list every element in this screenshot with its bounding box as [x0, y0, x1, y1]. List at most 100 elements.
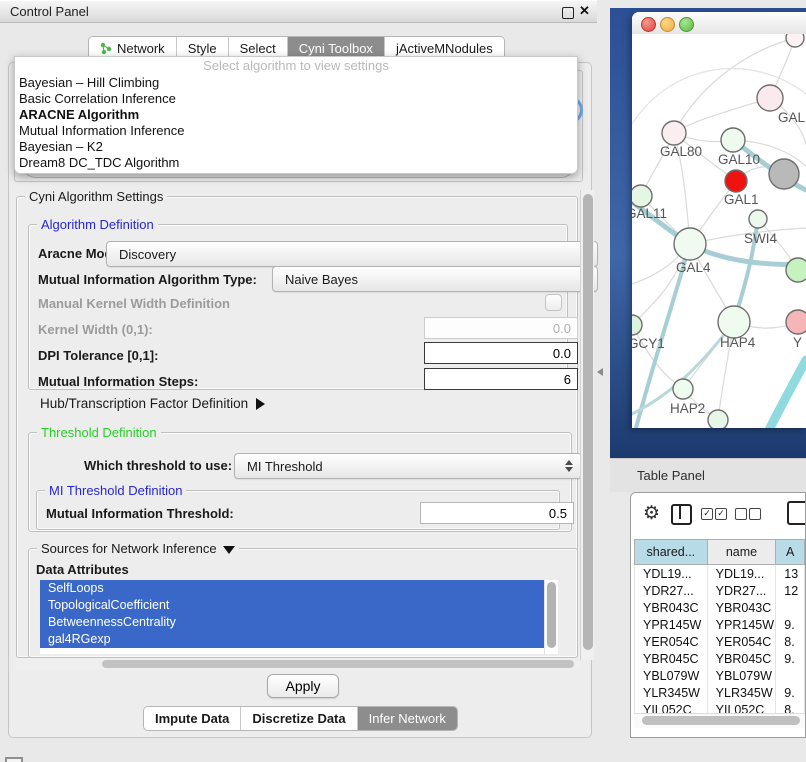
data-attributes-list[interactable]: SelfLoopsTopologicalCoefficientBetweenne… — [40, 580, 558, 654]
control-panel-title: Control Panel — [10, 4, 89, 19]
attributes-scrollbar[interactable] — [544, 580, 558, 654]
network-node[interactable] — [769, 159, 799, 189]
table-cell: YER054C — [635, 633, 708, 650]
cyni-bottom-tabbar: Impute DataDiscretize DataInfer Network — [143, 706, 458, 731]
table-row[interactable]: YLR345WYLR345W9. — [635, 684, 805, 701]
dropdown-placeholder: Select algorithm to view settings — [15, 57, 577, 75]
mac-minimize-icon[interactable] — [660, 17, 675, 32]
network-node-hap4[interactable] — [718, 306, 750, 338]
node-label: Y — [793, 335, 802, 350]
threshold-definition-title: Threshold Definition — [37, 425, 161, 440]
table-cell: YBL079W — [635, 667, 708, 684]
network-node[interactable] — [786, 258, 806, 282]
algorithm-option[interactable]: Bayesian – Hill Climbing — [15, 75, 577, 91]
table-cell: 12 — [776, 582, 805, 599]
table-row[interactable]: YPR145WYPR145W9. — [635, 616, 805, 633]
network-node-hap2[interactable] — [673, 379, 693, 399]
deselect-all-checkbox-icon[interactable] — [749, 508, 761, 520]
attribute-list-item[interactable]: BetweennessCentrality — [40, 614, 544, 631]
table-row[interactable]: YBR045CYBR045C9. — [635, 650, 805, 667]
network-window-titlebar[interactable] — [632, 12, 806, 35]
manual-kernel-label: Manual Kernel Width Definition — [38, 296, 230, 311]
kernel-width-input[interactable] — [424, 317, 578, 339]
network-node[interactable] — [786, 34, 804, 47]
kernel-width-label: Kernel Width (0,1): — [38, 322, 153, 337]
table-row[interactable]: YDR27...YDR27...12 — [635, 582, 805, 599]
aracne-mode-combo[interactable]: Discovery — [106, 241, 598, 267]
gear-icon[interactable]: ⚙ — [643, 502, 660, 525]
network-node-gal[interactable] — [757, 85, 783, 111]
mi-type-combo[interactable]: Naive Bayes — [272, 266, 598, 292]
float-window-icon[interactable] — [562, 7, 574, 19]
table-cell: 9. — [776, 616, 805, 633]
close-icon[interactable]: ✕ — [579, 3, 590, 19]
mac-close-icon[interactable] — [641, 17, 656, 32]
column-header-shared[interactable]: shared... — [635, 540, 708, 565]
algorithm-option[interactable]: ARACNE Algorithm — [15, 107, 577, 123]
column-header-a[interactable]: A — [776, 540, 805, 565]
attribute-list-item[interactable]: TopologicalCoefficient — [40, 597, 544, 614]
hub-definition-toggle[interactable]: Hub/Transcription Factor Definition — [40, 396, 265, 411]
mi-type-label: Mutual Information Algorithm Type: — [38, 272, 257, 287]
network-node-swi4[interactable] — [749, 210, 767, 228]
table-horizontal-scrollbar[interactable] — [634, 713, 806, 728]
tab-impute-data[interactable]: Impute Data — [144, 707, 241, 730]
table-row[interactable]: YER054CYER054C8. — [635, 633, 805, 650]
attribute-list-item[interactable]: SelfLoops — [40, 580, 544, 597]
attribute-list-item[interactable]: gal4RGexp — [40, 631, 544, 648]
tab-infer-network[interactable]: Infer Network — [358, 707, 457, 730]
table-toolbar: ⚙ ✓ ✓ — [631, 493, 805, 539]
network-node[interactable] — [708, 410, 728, 428]
algorithm-option[interactable]: Bayesian – K2 — [15, 139, 577, 155]
column-layout-icon[interactable] — [671, 504, 692, 525]
network-node-gal1[interactable] — [725, 170, 747, 192]
network-node-gal4[interactable] — [674, 228, 706, 260]
deselect-all-checkbox-icon[interactable] — [735, 508, 747, 520]
split-pane-collapse-icon[interactable] — [597, 368, 603, 376]
table-cell: 9. — [776, 684, 805, 701]
table-row[interactable]: YDL19...YDL19...13 — [635, 565, 805, 583]
mi-threshold-title: MI Threshold Definition — [45, 483, 186, 498]
tab-discretize-data[interactable]: Discretize Data — [241, 707, 357, 730]
table-panel-header: Table Panel — [610, 458, 806, 492]
sources-title[interactable]: Sources for Network Inference — [37, 541, 239, 556]
new-table-icon[interactable] — [787, 501, 806, 525]
mi-steps-input[interactable] — [424, 368, 578, 390]
apply-button[interactable]: Apply — [267, 674, 339, 698]
network-canvas[interactable]: GALGAL80GAL10GAL1GAL11GAL4SWI4HAP4GCY1YH… — [632, 34, 806, 428]
network-icon — [100, 42, 112, 55]
table-cell — [776, 599, 805, 616]
network-node-gal11[interactable] — [632, 185, 652, 207]
network-node-gal10[interactable] — [721, 128, 745, 152]
mi-steps-label: Mutual Information Steps: — [38, 374, 198, 389]
network-node-gal80[interactable] — [662, 121, 686, 145]
mi-type-value: Naive Bayes — [285, 272, 358, 287]
settings-horizontal-scrollbar[interactable] — [14, 658, 580, 670]
mi-threshold-input[interactable] — [420, 502, 574, 524]
manual-kernel-checkbox[interactable] — [545, 294, 562, 311]
algorithm-option[interactable]: Mutual Information Inference — [15, 123, 577, 139]
node-label: GAL4 — [676, 260, 711, 275]
table-row[interactable]: YBR043CYBR043C — [635, 599, 805, 616]
which-threshold-value: MI Threshold — [247, 459, 323, 474]
algorithm-option[interactable]: Basic Correlation Inference — [15, 91, 577, 107]
column-header-name[interactable]: name — [707, 540, 776, 565]
select-all-checkbox-icon[interactable]: ✓ — [701, 508, 713, 520]
cyni-settings-title: Cyni Algorithm Settings — [25, 189, 167, 204]
tab-label: Style — [188, 41, 217, 56]
network-node-gcy1[interactable] — [632, 315, 642, 335]
algorithm-definition-title: Algorithm Definition — [37, 217, 158, 232]
table-cell: YBR045C — [635, 650, 708, 667]
table-row[interactable]: YBL079WYBL079W — [635, 667, 805, 684]
dpi-tolerance-input[interactable] — [424, 342, 578, 364]
network-node-y[interactable] — [786, 310, 806, 334]
collapsed-panel-icon[interactable] — [5, 757, 23, 762]
settings-vertical-scrollbar[interactable] — [580, 190, 594, 660]
table-cell: 13 — [776, 565, 805, 583]
algorithm-option[interactable]: Dream8 DC_TDC Algorithm — [15, 155, 577, 171]
mac-zoom-icon[interactable] — [679, 17, 694, 32]
expand-right-icon — [256, 398, 265, 410]
table-panel-window: ⚙ ✓ ✓ shared...nameA YDL19...YDL19...13Y… — [630, 492, 806, 738]
which-threshold-combo[interactable]: MI Threshold — [234, 453, 582, 479]
select-all-checkbox-icon[interactable]: ✓ — [715, 508, 727, 520]
